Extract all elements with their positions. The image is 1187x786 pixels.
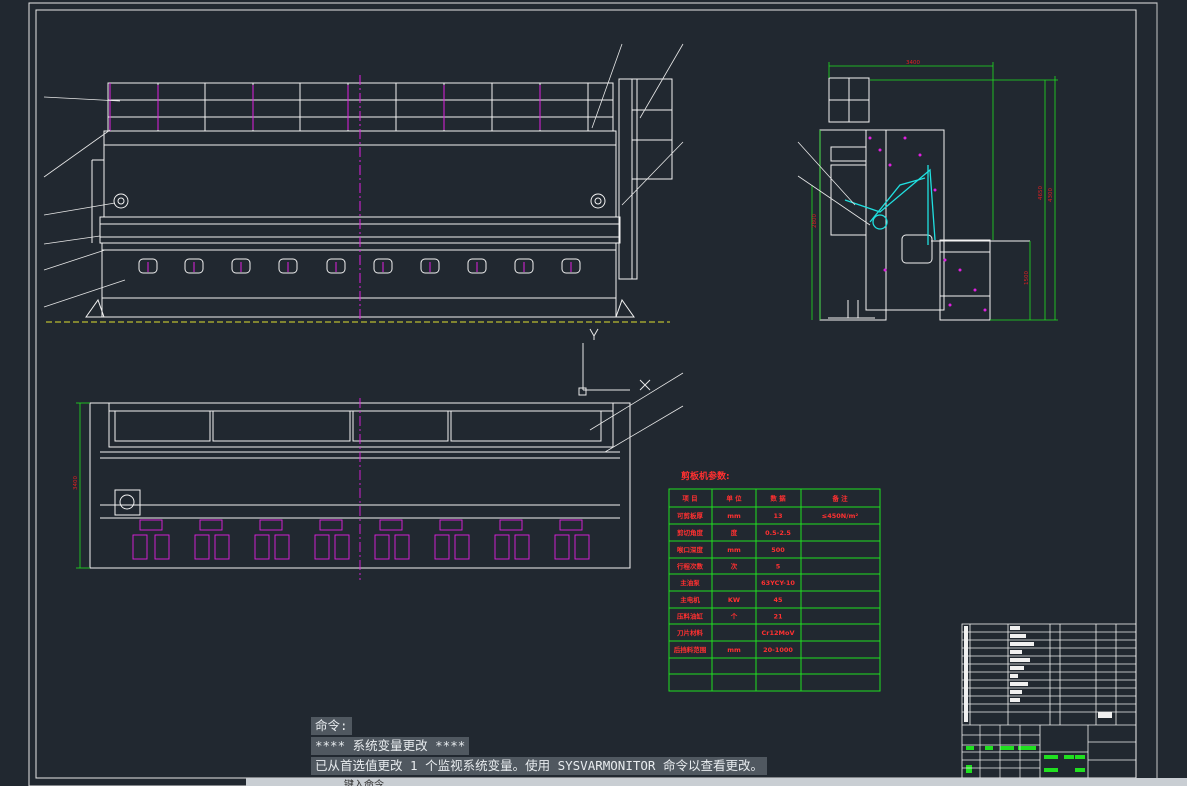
leader-lines-side (797, 141, 871, 226)
side-view (819, 77, 1030, 321)
front-view-magenta (109, 75, 572, 320)
svg-text:4650: 4650 (1038, 186, 1044, 200)
cad-drawing-canvas[interactable]: 3400 4650 4300 2800 1500 3400 剪板机参数: 项 目… (0, 0, 1187, 786)
svg-text:2800: 2800 (812, 214, 818, 228)
leader-lines-plan (589, 372, 684, 453)
command-input-placeholder: 键入命令 (344, 780, 384, 786)
guard-rail-posts (157, 83, 589, 131)
title-block-fills (964, 626, 1112, 722)
param-table-cell: 500 (771, 546, 785, 554)
param-table-cell: 行程次数 (676, 562, 704, 571)
param-table-cell: 45 (773, 596, 783, 604)
plan-view-magenta (132, 398, 590, 580)
param-table-cell: ≤450N/m² (822, 512, 859, 520)
param-table-cell: 压料油缸 (677, 612, 704, 621)
param-table-cell: 刀片材料 (677, 628, 704, 637)
param-table-cell: Cr12MoV (762, 629, 795, 637)
param-table-cell: 13 (773, 512, 782, 520)
drawing-frame (28, 2, 1158, 786)
param-table-cell: 后挡料范围 (674, 645, 707, 654)
command-history-line-2: **** 系统变量更改 **** (311, 737, 470, 755)
param-table-header-cell: 项 目 (682, 494, 697, 503)
param-table-cell: 喉口深度 (677, 545, 704, 554)
ucs-axis-icon (578, 328, 651, 396)
command-history-line-3: 已从首选值更改 1 个监视系统变量。使用 SYSVARMONITOR 命令以查看… (311, 757, 767, 775)
param-table-cell: 0.5-2.5 (765, 529, 791, 537)
command-input-bar[interactable]: 键入命令 (246, 778, 1187, 786)
title-block (961, 623, 1137, 779)
title-block-lines-lower (962, 725, 1040, 778)
param-table-cell: mm (727, 546, 741, 554)
param-table-cell: 次 (731, 562, 738, 571)
param-table-cell: 个 (730, 612, 738, 621)
param-table-cell: 21 (773, 613, 783, 621)
param-table-header-cell: 数 据 (770, 494, 786, 503)
param-table-cell: 度 (731, 528, 738, 537)
param-table-title: 剪板机参数: (681, 470, 730, 482)
param-table-cell: 主电机 (680, 595, 700, 604)
param-table-cell: KW (728, 596, 740, 604)
param-table-cell: 主油泵 (680, 578, 700, 587)
param-table-cell: 剪切角度 (677, 528, 704, 537)
front-view (85, 78, 673, 318)
param-table-cell: mm (727, 646, 741, 654)
command-history-line-1: 命令: (311, 717, 352, 735)
param-table-header-cell: 备 注 (831, 494, 848, 503)
side-view-cyan (844, 165, 936, 245)
title-block-green (966, 746, 1085, 773)
param-table-cell: 20-1000 (763, 646, 793, 654)
svg-text:3400: 3400 (906, 60, 920, 66)
svg-text:4300: 4300 (1048, 188, 1054, 202)
side-dim-labels: 3400 4650 4300 2800 1500 (812, 60, 1054, 285)
param-table-cell: mm (727, 512, 741, 520)
param-table-cell: 5 (776, 563, 781, 571)
param-table-header-cell: 单 位 (726, 494, 742, 503)
param-table-cell: 可剪板厚 (677, 511, 704, 520)
plan-dim-label: 3400 (73, 476, 79, 490)
svg-text:1500: 1500 (1024, 271, 1030, 285)
param-table-cell: 63YCY-10 (761, 579, 795, 587)
